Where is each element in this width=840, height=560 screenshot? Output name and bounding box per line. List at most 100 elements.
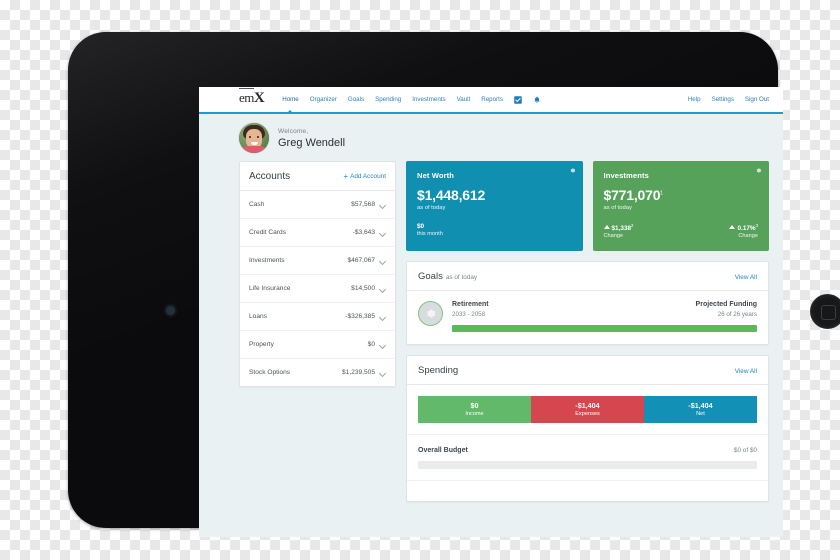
goals-header: Goals as of today View All <box>407 262 768 292</box>
bell-notification-icon[interactable] <box>533 96 541 104</box>
goal-body: Retirement 2033 - 2058 Projected Funding… <box>452 301 757 333</box>
left-column: Accounts + Add Account Cash $57,568 Cred… <box>239 161 396 387</box>
goal-top-row: Retirement 2033 - 2058 Projected Funding… <box>452 301 757 318</box>
goal-progress-fill <box>452 325 757 333</box>
nav-item-help[interactable]: Help <box>688 96 701 103</box>
account-row-credit-cards[interactable]: Credit Cards -$3,643 <box>240 219 395 247</box>
investments-percent-block: 0.17%3 Change <box>729 223 758 239</box>
gear-icon[interactable] <box>755 167 762 174</box>
investments-percent-label: Change <box>738 233 758 240</box>
accounts-title: Accounts <box>249 171 291 182</box>
spending-net-label: Net <box>696 411 705 418</box>
spending-view-all-link[interactable]: View All <box>735 368 757 375</box>
spending-segment-income[interactable]: $0 Income <box>418 396 531 424</box>
spending-expenses-value: -$1,404 <box>575 401 600 411</box>
avatar[interactable] <box>239 123 269 153</box>
nav-item-vault[interactable]: Vault <box>457 96 471 103</box>
account-right: $14,500 <box>351 285 386 292</box>
nav-item-organizer[interactable]: Organizer <box>310 96 337 103</box>
nav-item-spending[interactable]: Spending <box>375 96 401 103</box>
tablet-screen: emX Home Organizer Goals Spending Invest… <box>199 87 783 537</box>
spending-income-value: $0 <box>470 401 479 411</box>
account-value: $467,067 <box>347 257 375 264</box>
chevron-down-icon[interactable] <box>380 259 386 263</box>
gear-icon[interactable] <box>569 167 576 174</box>
goals-title: Goals as of today <box>418 271 477 282</box>
net-worth-title: Net Worth <box>417 171 455 180</box>
nav-item-sign-out[interactable]: Sign Out <box>745 96 769 103</box>
account-row-property[interactable]: Property $0 <box>240 331 395 359</box>
nav-item-goals[interactable]: Goals <box>348 96 364 103</box>
account-row-stock-options[interactable]: Stock Options $1,239,505 <box>240 359 395 386</box>
net-worth-footer: $0 this month <box>417 223 572 237</box>
net-worth-as-of: as of today <box>417 205 446 211</box>
accounts-header: Accounts + Add Account <box>240 162 395 191</box>
account-value: -$3,643 <box>352 229 375 236</box>
arrow-up-icon <box>729 225 736 230</box>
emx-logo[interactable]: emX <box>239 88 265 106</box>
spending-segment-net[interactable]: -$1,404 Net <box>644 396 757 424</box>
investments-title: Investments <box>603 171 649 180</box>
investments-card: Investments $771,0701 as of today $1,338… <box>592 161 769 252</box>
primary-nav-links: Home Organizer Goals Spending Investment… <box>282 95 541 114</box>
account-row-loans[interactable]: Loans -$326,385 <box>240 303 395 331</box>
add-account-button[interactable]: + Add Account <box>343 172 386 181</box>
account-value: $57,568 <box>351 201 375 208</box>
nav-item-investments[interactable]: Investments <box>412 96 445 103</box>
chevron-down-icon[interactable] <box>380 231 386 235</box>
account-row-cash[interactable]: Cash $57,568 <box>240 191 395 219</box>
goal-progress-bar <box>452 325 757 333</box>
chevron-down-icon[interactable] <box>380 287 386 291</box>
net-worth-change-label: this month <box>417 231 443 237</box>
goal-right-text: Projected Funding 26 of 26 years <box>696 301 757 318</box>
spending-title: Spending <box>418 365 459 377</box>
investments-amount-footnote: 1 <box>660 190 663 197</box>
account-right: -$3,643 <box>353 229 386 236</box>
account-name: Property <box>249 341 274 348</box>
overall-budget-progress-bar <box>418 461 757 470</box>
chevron-down-icon[interactable] <box>380 371 386 375</box>
spending-income-label: Income <box>465 411 484 418</box>
nav-item-reports[interactable]: Reports <box>481 96 503 103</box>
spending-expenses-label: Expenses <box>575 411 600 418</box>
account-right: $0 <box>368 341 386 348</box>
overall-budget-row: Overall Budget $0 of $0 <box>407 434 768 454</box>
accounts-panel: Accounts + Add Account Cash $57,568 Cred… <box>239 161 396 387</box>
top-navigation-bar: emX Home Organizer Goals Spending Invest… <box>199 87 783 114</box>
budget-next-row-partial <box>407 480 768 501</box>
goal-left-text: Retirement 2033 - 2058 <box>452 301 489 318</box>
right-column: Net Worth $1,448,612 as of today $0 this… <box>406 161 769 503</box>
nav-item-home[interactable]: Home <box>282 96 299 114</box>
goal-funding-label: Projected Funding <box>695 301 757 309</box>
chevron-down-icon[interactable] <box>380 343 386 347</box>
spending-segment-expenses[interactable]: -$1,404 Expenses <box>531 396 644 424</box>
chevron-down-icon[interactable] <box>380 315 386 319</box>
logo-x-text: X <box>253 90 265 106</box>
spending-panel: Spending View All $0 Income -$1,404 Expe… <box>406 355 769 503</box>
spending-header: Spending View All <box>407 356 768 386</box>
spending-segments: $0 Income -$1,404 Expenses -$1,404 Net <box>418 396 757 424</box>
investments-change-value-wrap: $1,3382 <box>603 223 633 233</box>
secondary-nav-links: Help Settings Sign Out <box>688 96 769 103</box>
home-button-square-icon <box>820 304 836 320</box>
account-name: Stock Options <box>249 369 291 376</box>
account-value: $0 <box>367 341 375 348</box>
goal-item-retirement[interactable]: Retirement 2033 - 2058 Projected Funding… <box>407 291 768 344</box>
tasks-checkbox-icon[interactable] <box>514 95 522 104</box>
investments-change-value: $1,338 <box>611 225 632 233</box>
nav-item-settings[interactable]: Settings <box>712 96 734 103</box>
goals-view-all-link[interactable]: View All <box>735 274 757 281</box>
chevron-down-icon[interactable] <box>380 203 386 207</box>
goal-gear-icon <box>418 301 443 327</box>
avatar-eye-right <box>257 136 259 138</box>
home-button[interactable] <box>810 294 840 329</box>
net-worth-card: Net Worth $1,448,612 as of today $0 this… <box>406 161 583 252</box>
account-right: $57,568 <box>351 201 386 208</box>
account-row-investments[interactable]: Investments $467,067 <box>240 247 395 275</box>
dashboard-main: Accounts + Add Account Cash $57,568 Cred… <box>199 161 783 503</box>
spending-net-value: -$1,404 <box>688 401 713 411</box>
investments-amount-wrap: $771,0701 <box>604 187 759 203</box>
investments-as-of: as of today <box>603 205 632 211</box>
avatar-eye-left <box>249 136 251 138</box>
account-row-life-insurance[interactable]: Life Insurance $14,500 <box>240 275 395 303</box>
